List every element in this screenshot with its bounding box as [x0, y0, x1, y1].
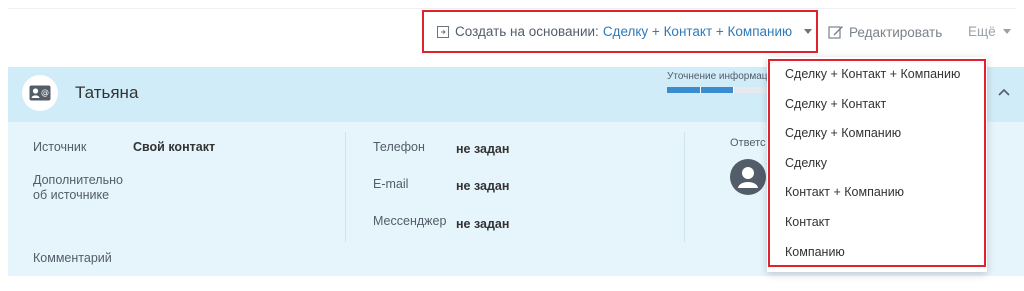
more-button[interactable]: Ещё	[968, 24, 1011, 39]
create-based-on-button[interactable]: Создать на основании: Сделку + Контакт +…	[422, 10, 818, 53]
dropdown-highlight-frame	[768, 59, 986, 267]
progress-step-separator	[700, 87, 701, 93]
field-value-messenger[interactable]: не задан	[456, 217, 509, 231]
chevron-down-icon	[1002, 29, 1011, 34]
edit-label: Редактировать	[849, 24, 943, 40]
chevron-up-icon[interactable]	[998, 88, 1010, 96]
more-label: Ещё	[968, 24, 996, 39]
contact-card-icon: @	[29, 85, 51, 101]
column-divider	[345, 132, 346, 242]
field-value-source[interactable]: Свой контакт	[133, 140, 215, 154]
field-label-source: Источник	[33, 140, 87, 154]
field-label-email: E-mail	[373, 177, 409, 191]
contact-name: Татьяна	[75, 83, 139, 102]
column-divider	[684, 132, 685, 242]
progress-bar[interactable]	[667, 87, 767, 93]
progress-stage-label: Уточнение информации	[667, 71, 767, 82]
field-label-messenger: Мессенджер	[373, 214, 447, 228]
responsible-avatar[interactable]	[730, 159, 766, 195]
pencil-icon	[828, 26, 843, 39]
field-value-phone[interactable]: не задан	[456, 142, 509, 156]
progress-step-separator	[733, 87, 734, 93]
top-divider	[8, 8, 1016, 9]
user-icon	[738, 167, 758, 188]
chevron-down-icon	[804, 29, 813, 34]
contact-avatar: @	[22, 75, 58, 111]
field-value-email[interactable]: не задан	[456, 179, 509, 193]
field-label-comment: Комментарий	[33, 251, 112, 265]
edit-button[interactable]: Редактировать	[828, 24, 942, 40]
field-label-source-details: Дополнительно об источнике	[33, 173, 123, 202]
svg-text:@: @	[41, 88, 49, 97]
responsible-label: Ответс	[730, 137, 766, 149]
field-label-phone: Телефон	[373, 140, 425, 154]
create-document-icon	[437, 25, 449, 38]
create-based-on-selected: Сделку + Контакт + Компанию	[602, 24, 793, 39]
create-based-on-label: Создать на основании:	[455, 24, 599, 39]
